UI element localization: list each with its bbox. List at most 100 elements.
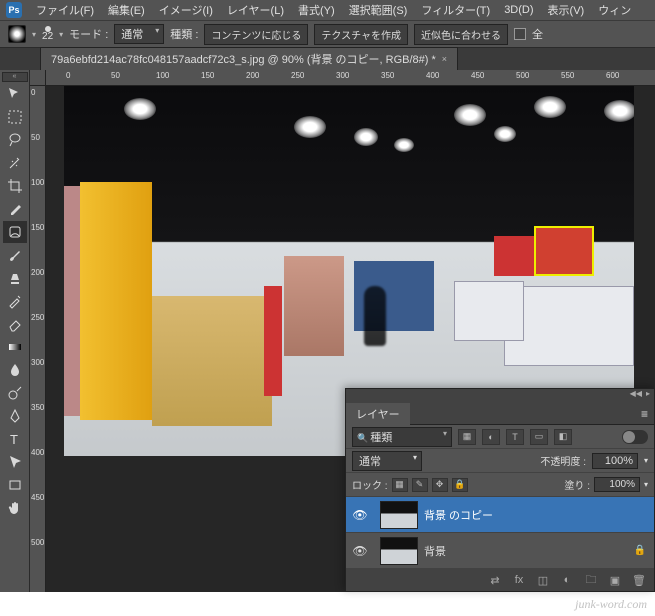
crop-tool[interactable]: [3, 175, 27, 197]
eyedropper-tool[interactable]: [3, 198, 27, 220]
ruler-vertical[interactable]: 0 50 100 150 200 250 300 350 400 450 500: [30, 86, 46, 592]
menu-window[interactable]: ウィン: [592, 0, 637, 20]
lasso-tool[interactable]: [3, 129, 27, 151]
brush-preview[interactable]: 22: [42, 26, 53, 42]
layer-name[interactable]: 背景: [424, 543, 446, 559]
blur-tool[interactable]: [3, 359, 27, 381]
ruler-h-label: 450: [471, 71, 484, 80]
mode-label: モード :: [69, 26, 108, 42]
layers-tab[interactable]: レイヤー: [346, 403, 410, 425]
adjustment-layer-icon[interactable]: ◐: [558, 572, 576, 588]
panel-menu-icon[interactable]: ≡: [641, 407, 648, 421]
layer-row[interactable]: 👁 背景 のコピー: [346, 497, 654, 533]
layer-mask-icon[interactable]: ◫: [534, 572, 552, 588]
opacity-chevron-icon[interactable]: ▾: [644, 456, 648, 465]
fill-input[interactable]: 100%: [594, 477, 640, 492]
proximity-match-button[interactable]: 近似色に合わせる: [414, 24, 508, 45]
brush-tool[interactable]: [3, 244, 27, 266]
healing-brush-tool[interactable]: [3, 221, 27, 243]
history-brush-tool[interactable]: [3, 290, 27, 312]
menu-file[interactable]: ファイル(F): [30, 0, 100, 20]
clone-stamp-tool[interactable]: [3, 267, 27, 289]
new-layer-icon[interactable]: ▣: [606, 572, 624, 588]
brush-dropdown-icon[interactable]: ▾: [59, 30, 63, 39]
layers-panel-footer: ⇄ fx ◫ ◐ 🗀 ▣ 🗑: [346, 569, 654, 591]
ruler-v-label: 150: [31, 224, 44, 232]
current-tool-icon[interactable]: [8, 25, 26, 43]
content-aware-button[interactable]: コンテンツに応じる: [204, 24, 308, 45]
ruler-h-label: 100: [156, 71, 169, 80]
link-layers-icon[interactable]: ⇄: [486, 572, 504, 588]
ruler-origin[interactable]: [30, 70, 46, 86]
document-tab[interactable]: 79a6ebfd214ac78fc048157aadcf72c3_s.jpg @…: [40, 47, 458, 70]
create-texture-button[interactable]: テクスチャを作成: [314, 24, 408, 45]
menu-3d[interactable]: 3D(D): [498, 2, 539, 18]
rectangle-tool[interactable]: [3, 474, 27, 496]
filter-pixel-icon[interactable]: ▦: [458, 429, 476, 445]
layer-name[interactable]: 背景 のコピー: [424, 507, 493, 523]
menu-image[interactable]: イメージ(I): [153, 0, 219, 20]
filter-adjustment-icon[interactable]: ◐: [482, 429, 500, 445]
tools-collapse-toggle[interactable]: «: [2, 72, 28, 82]
filter-toggle[interactable]: [622, 430, 648, 444]
group-icon[interactable]: 🗀: [582, 572, 600, 588]
layer-filter-type-select[interactable]: 種類: [352, 427, 452, 447]
type-tool[interactable]: T: [3, 428, 27, 450]
menubar: Ps ファイル(F) 編集(E) イメージ(I) レイヤー(L) 書式(Y) 選…: [0, 0, 655, 20]
pen-tool[interactable]: [3, 405, 27, 427]
blend-mode-select[interactable]: 通常: [114, 24, 164, 44]
filter-type-icon[interactable]: T: [506, 429, 524, 445]
filter-smart-icon[interactable]: ◧: [554, 429, 572, 445]
ruler-v-label: 450: [31, 494, 44, 502]
marquee-tool[interactable]: [3, 106, 27, 128]
dodge-tool[interactable]: [3, 382, 27, 404]
magic-wand-tool[interactable]: [3, 152, 27, 174]
options-bar: ▾ 22 ▾ モード : 通常 種類 : コンテンツに応じる テクスチャを作成 …: [0, 20, 655, 48]
gradient-tool[interactable]: [3, 336, 27, 358]
type-label: 種類 :: [170, 26, 198, 42]
svg-text:T: T: [10, 432, 18, 447]
delete-layer-icon[interactable]: 🗑: [630, 572, 648, 588]
layer-thumbnail[interactable]: [380, 501, 418, 529]
fill-chevron-icon[interactable]: ▾: [644, 480, 648, 489]
panel-collapse-icon[interactable]: ◀◀: [630, 389, 642, 403]
hand-tool[interactable]: [3, 497, 27, 519]
ruler-v-label: 250: [31, 314, 44, 322]
ruler-h-label: 350: [381, 71, 394, 80]
path-selection-tool[interactable]: [3, 451, 27, 473]
lock-icon: 🔒: [634, 545, 646, 556]
lock-position-icon[interactable]: ✥: [432, 478, 448, 492]
layers-panel: ◀◀ ▸ レイヤー ≡ 種類 ▦ ◐ T ▭ ◧ 通常 不透明度 : 100% …: [345, 388, 655, 592]
brush-size-value: 22: [42, 32, 53, 42]
menu-type[interactable]: 書式(Y): [292, 0, 341, 20]
tool-preset-dropdown-icon[interactable]: ▾: [32, 30, 36, 39]
sample-all-checkbox[interactable]: [514, 28, 526, 40]
move-tool[interactable]: [3, 83, 27, 105]
lock-transparency-icon[interactable]: ▦: [392, 478, 408, 492]
layer-row[interactable]: 👁 背景 🔒: [346, 533, 654, 569]
lock-all-icon[interactable]: 🔒: [452, 478, 468, 492]
visibility-toggle-icon[interactable]: 👁: [346, 544, 374, 558]
layer-style-icon[interactable]: fx: [510, 572, 528, 588]
menu-view[interactable]: 表示(V): [542, 0, 591, 20]
menu-select[interactable]: 選択範囲(S): [343, 0, 414, 20]
app-logo: Ps: [6, 2, 22, 18]
panel-close-icon[interactable]: ▸: [646, 389, 650, 403]
eraser-tool[interactable]: [3, 313, 27, 335]
ruler-horizontal[interactable]: 0 50 100 150 200 250 300 350 400 450 500…: [46, 70, 655, 86]
menu-layer[interactable]: レイヤー(L): [221, 0, 290, 20]
tools-panel: « T: [0, 70, 30, 592]
lock-pixels-icon[interactable]: ✎: [412, 478, 428, 492]
layer-thumbnail[interactable]: [380, 537, 418, 565]
visibility-toggle-icon[interactable]: 👁: [346, 508, 374, 522]
filter-shape-icon[interactable]: ▭: [530, 429, 548, 445]
ruler-v-label: 200: [31, 269, 44, 277]
close-icon[interactable]: ×: [442, 54, 447, 64]
document-tab-row: 79a6ebfd214ac78fc048157aadcf72c3_s.jpg @…: [0, 48, 655, 70]
opacity-input[interactable]: 100%: [592, 453, 638, 469]
blend-mode-select[interactable]: 通常: [352, 451, 422, 471]
ruler-v-label: 300: [31, 359, 44, 367]
ruler-h-label: 250: [291, 71, 304, 80]
menu-edit[interactable]: 編集(E): [102, 0, 151, 20]
menu-filter[interactable]: フィルター(T): [415, 0, 496, 20]
